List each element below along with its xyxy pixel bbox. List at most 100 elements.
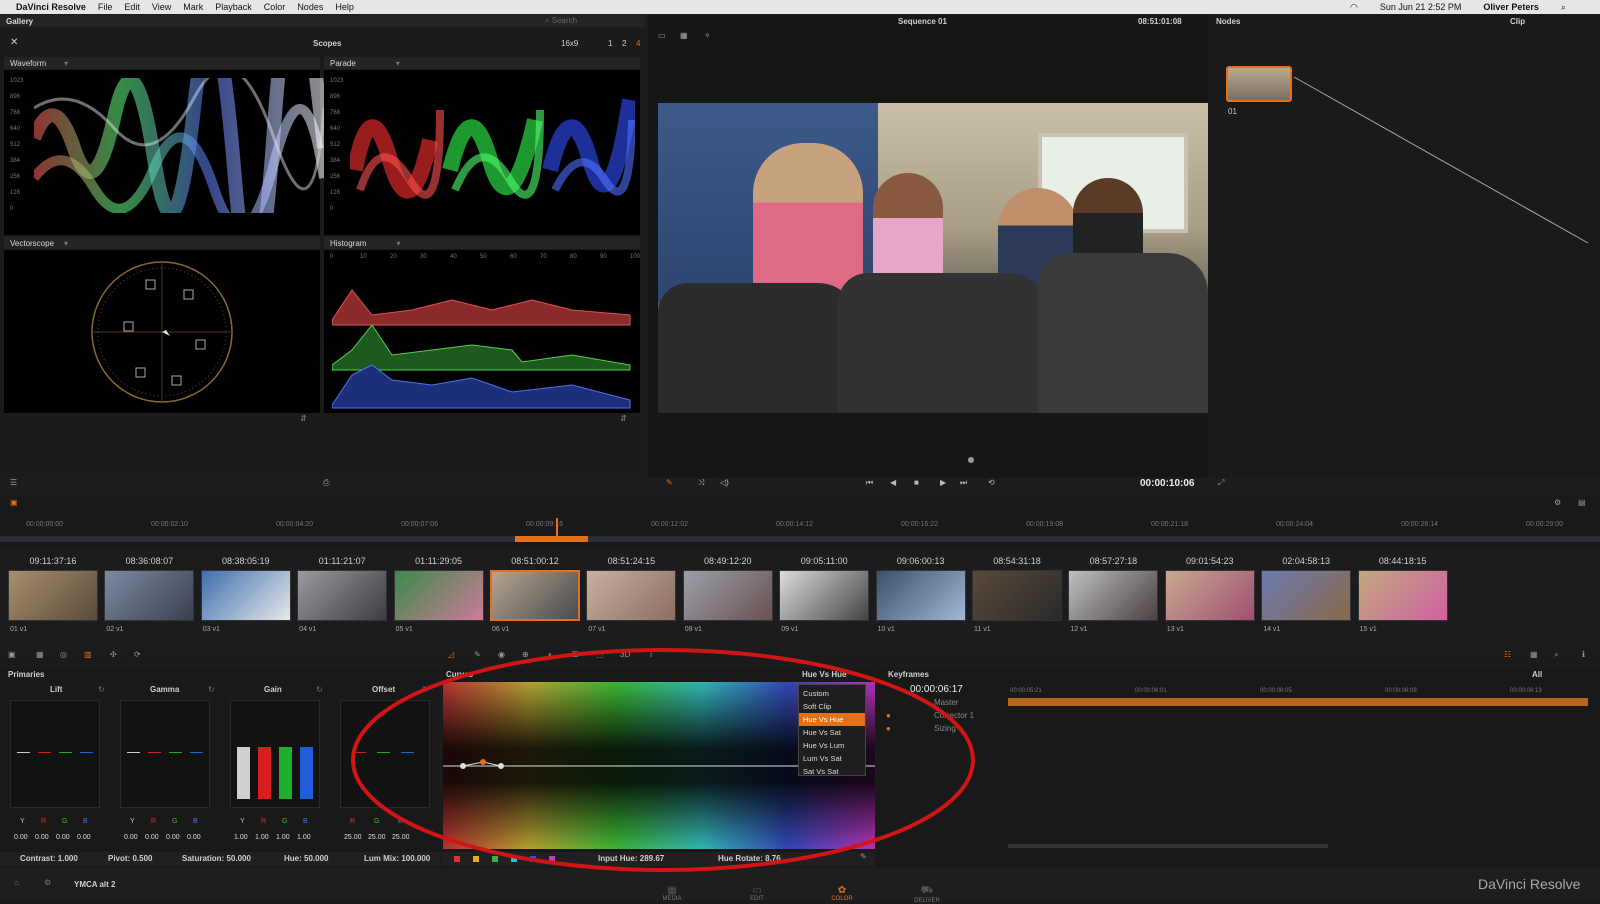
- go-to-start-icon[interactable]: ⏮: [866, 478, 873, 488]
- clip-thumbnail[interactable]: [682, 570, 773, 621]
- user-name[interactable]: Oliver Peters: [1483, 2, 1539, 12]
- clip-thumbnail[interactable]: [393, 570, 484, 621]
- lift-r-bar[interactable]: [38, 752, 51, 753]
- channel-value[interactable]: 0.00: [35, 834, 49, 841]
- page-color[interactable]: ✿ COLOR: [822, 885, 862, 902]
- eyedropper-icon[interactable]: ✎: [666, 478, 673, 487]
- scope-count-2[interactable]: 2: [622, 39, 626, 48]
- menu-lum-vs-sat[interactable]: Lum Vs Sat: [799, 752, 865, 765]
- stop-icon[interactable]: ■: [914, 478, 919, 487]
- magic-wand-icon[interactable]: ✧: [704, 31, 711, 40]
- clock[interactable]: Sun Jun 21 2:52 PM: [1380, 2, 1462, 12]
- vectorscope-settings-icon[interactable]: ⇵: [300, 414, 307, 423]
- clip-thumbnail[interactable]: [875, 570, 966, 621]
- page-media[interactable]: ▦ MEDIA: [652, 885, 692, 902]
- go-to-end-icon[interactable]: ⏭: [960, 478, 967, 488]
- channel-value[interactable]: 25.00: [392, 834, 410, 841]
- wifi-icon[interactable]: ◠: [1350, 2, 1358, 13]
- track-master[interactable]: Master: [934, 698, 958, 707]
- clip-thumbnail[interactable]: [104, 570, 195, 621]
- reset-gain-icon[interactable]: ↻: [316, 685, 323, 694]
- reset-offset-icon[interactable]: ↻: [422, 685, 429, 694]
- hue-swatch[interactable]: [549, 856, 555, 862]
- clip-thumbnail[interactable]: [1164, 570, 1255, 621]
- video-frame[interactable]: [658, 103, 1208, 413]
- key-icon[interactable]: ⚿: [572, 650, 578, 660]
- eyedropper-icon[interactable]: ✎: [860, 852, 867, 861]
- timeline-playhead[interactable]: [556, 518, 558, 542]
- spotlight-icon[interactable]: ⌕: [1561, 2, 1566, 13]
- lum-mix-value[interactable]: Lum Mix: 100.000: [364, 854, 430, 863]
- reset-lift-icon[interactable]: ↻: [98, 685, 105, 694]
- single-view-icon[interactable]: ▭: [658, 31, 666, 40]
- clip-thumbnail[interactable]: [1068, 570, 1159, 621]
- color-match-icon[interactable]: ▦: [36, 650, 44, 659]
- channel-value[interactable]: 0.00: [14, 834, 28, 841]
- playhead-marker[interactable]: [968, 457, 974, 463]
- hue-swatch[interactable]: [492, 856, 498, 862]
- pivot-value[interactable]: Pivot: 0.500: [108, 854, 152, 863]
- sequence-name[interactable]: Sequence 01: [898, 17, 947, 26]
- lift-bars[interactable]: [10, 700, 100, 808]
- histogram-select[interactable]: Histogram ▾: [324, 237, 640, 249]
- channel-value[interactable]: 25.00: [344, 834, 362, 841]
- channel-value[interactable]: 0.00: [145, 834, 159, 841]
- menu-edit[interactable]: Edit: [124, 2, 140, 12]
- node-tool-icon[interactable]: ⤢: [1218, 478, 1224, 488]
- info-icon[interactable]: ℹ: [1582, 650, 1585, 659]
- hue-swatch[interactable]: [511, 856, 517, 862]
- menu-soft-clip[interactable]: Soft Clip: [799, 700, 865, 713]
- channel-value[interactable]: 25.00: [368, 834, 386, 841]
- gamma-b-bar[interactable]: [190, 752, 203, 753]
- menu-view[interactable]: View: [152, 2, 171, 12]
- track-corrector[interactable]: Corrector 1: [934, 711, 974, 720]
- close-icon[interactable]: ✕: [10, 37, 18, 48]
- clip-thumbnail[interactable]: [779, 570, 870, 621]
- camera-raw-icon[interactable]: ▣: [8, 650, 16, 659]
- grid-view-icon[interactable]: ▦: [680, 31, 688, 40]
- page-edit[interactable]: ▭ EDIT: [737, 885, 777, 902]
- thumbnail-view-icon[interactable]: ▤: [1578, 498, 1586, 507]
- lift-b-bar[interactable]: [80, 752, 93, 753]
- clip-thumbnail[interactable]: [8, 570, 98, 621]
- menu-playback[interactable]: Playback: [215, 2, 252, 12]
- hue-swatch[interactable]: [473, 856, 479, 862]
- menu-sat-vs-sat[interactable]: Sat Vs Sat: [799, 765, 865, 778]
- keyframe-scrollbar[interactable]: [1008, 844, 1328, 848]
- hue-rotate-value[interactable]: Hue Rotate: 8.76: [718, 854, 781, 863]
- menu-hue-vs-hue[interactable]: Hue Vs Hue: [799, 713, 865, 726]
- loop-icon[interactable]: ⟲: [988, 478, 995, 487]
- reset-gamma-icon[interactable]: ↻: [208, 685, 215, 694]
- settings-icon[interactable]: ⚙: [1554, 498, 1561, 507]
- lift-y-bar[interactable]: [17, 752, 30, 753]
- curve-point[interactable]: [498, 763, 504, 769]
- primaries-bars-icon[interactable]: ▥: [84, 650, 92, 659]
- timeline-track[interactable]: [0, 536, 1600, 542]
- track-sizing[interactable]: Sizing: [934, 724, 956, 733]
- curve-point[interactable]: [460, 763, 466, 769]
- offset-bars[interactable]: [340, 700, 430, 808]
- timeline-icon[interactable]: ▣: [10, 498, 18, 507]
- camera-icon[interactable]: ⎙: [323, 478, 329, 488]
- tracker-icon[interactable]: ⊕: [522, 650, 529, 659]
- app-menu[interactable]: DaVinci Resolve: [16, 2, 86, 12]
- hue-swatch[interactable]: [454, 856, 460, 862]
- clip-thumbnail[interactable]: [200, 570, 291, 621]
- clip-thumbnail[interactable]: [1357, 570, 1448, 621]
- histogram-settings-icon[interactable]: ⇵: [620, 414, 627, 423]
- rgb-mixer-icon[interactable]: ⟳: [134, 650, 141, 659]
- motion-icon[interactable]: ✣: [110, 650, 117, 659]
- scope-count-1[interactable]: 1: [608, 39, 612, 48]
- clip-thumbnail[interactable]: [972, 570, 1062, 621]
- menu-help[interactable]: Help: [335, 2, 354, 12]
- list-icon[interactable]: ☰: [10, 478, 17, 487]
- channel-value[interactable]: 1.00: [255, 834, 269, 841]
- wheels-icon[interactable]: ◎: [60, 650, 67, 659]
- offset-g-bar[interactable]: [377, 752, 390, 753]
- menu-color[interactable]: Color: [264, 2, 286, 12]
- clip-thumbnail[interactable]: [490, 570, 580, 621]
- offset-b-bar[interactable]: [401, 752, 414, 753]
- channel-value[interactable]: 1.00: [297, 834, 311, 841]
- gain-b-bar[interactable]: [300, 747, 313, 799]
- qualifier-icon[interactable]: ✎: [474, 650, 481, 659]
